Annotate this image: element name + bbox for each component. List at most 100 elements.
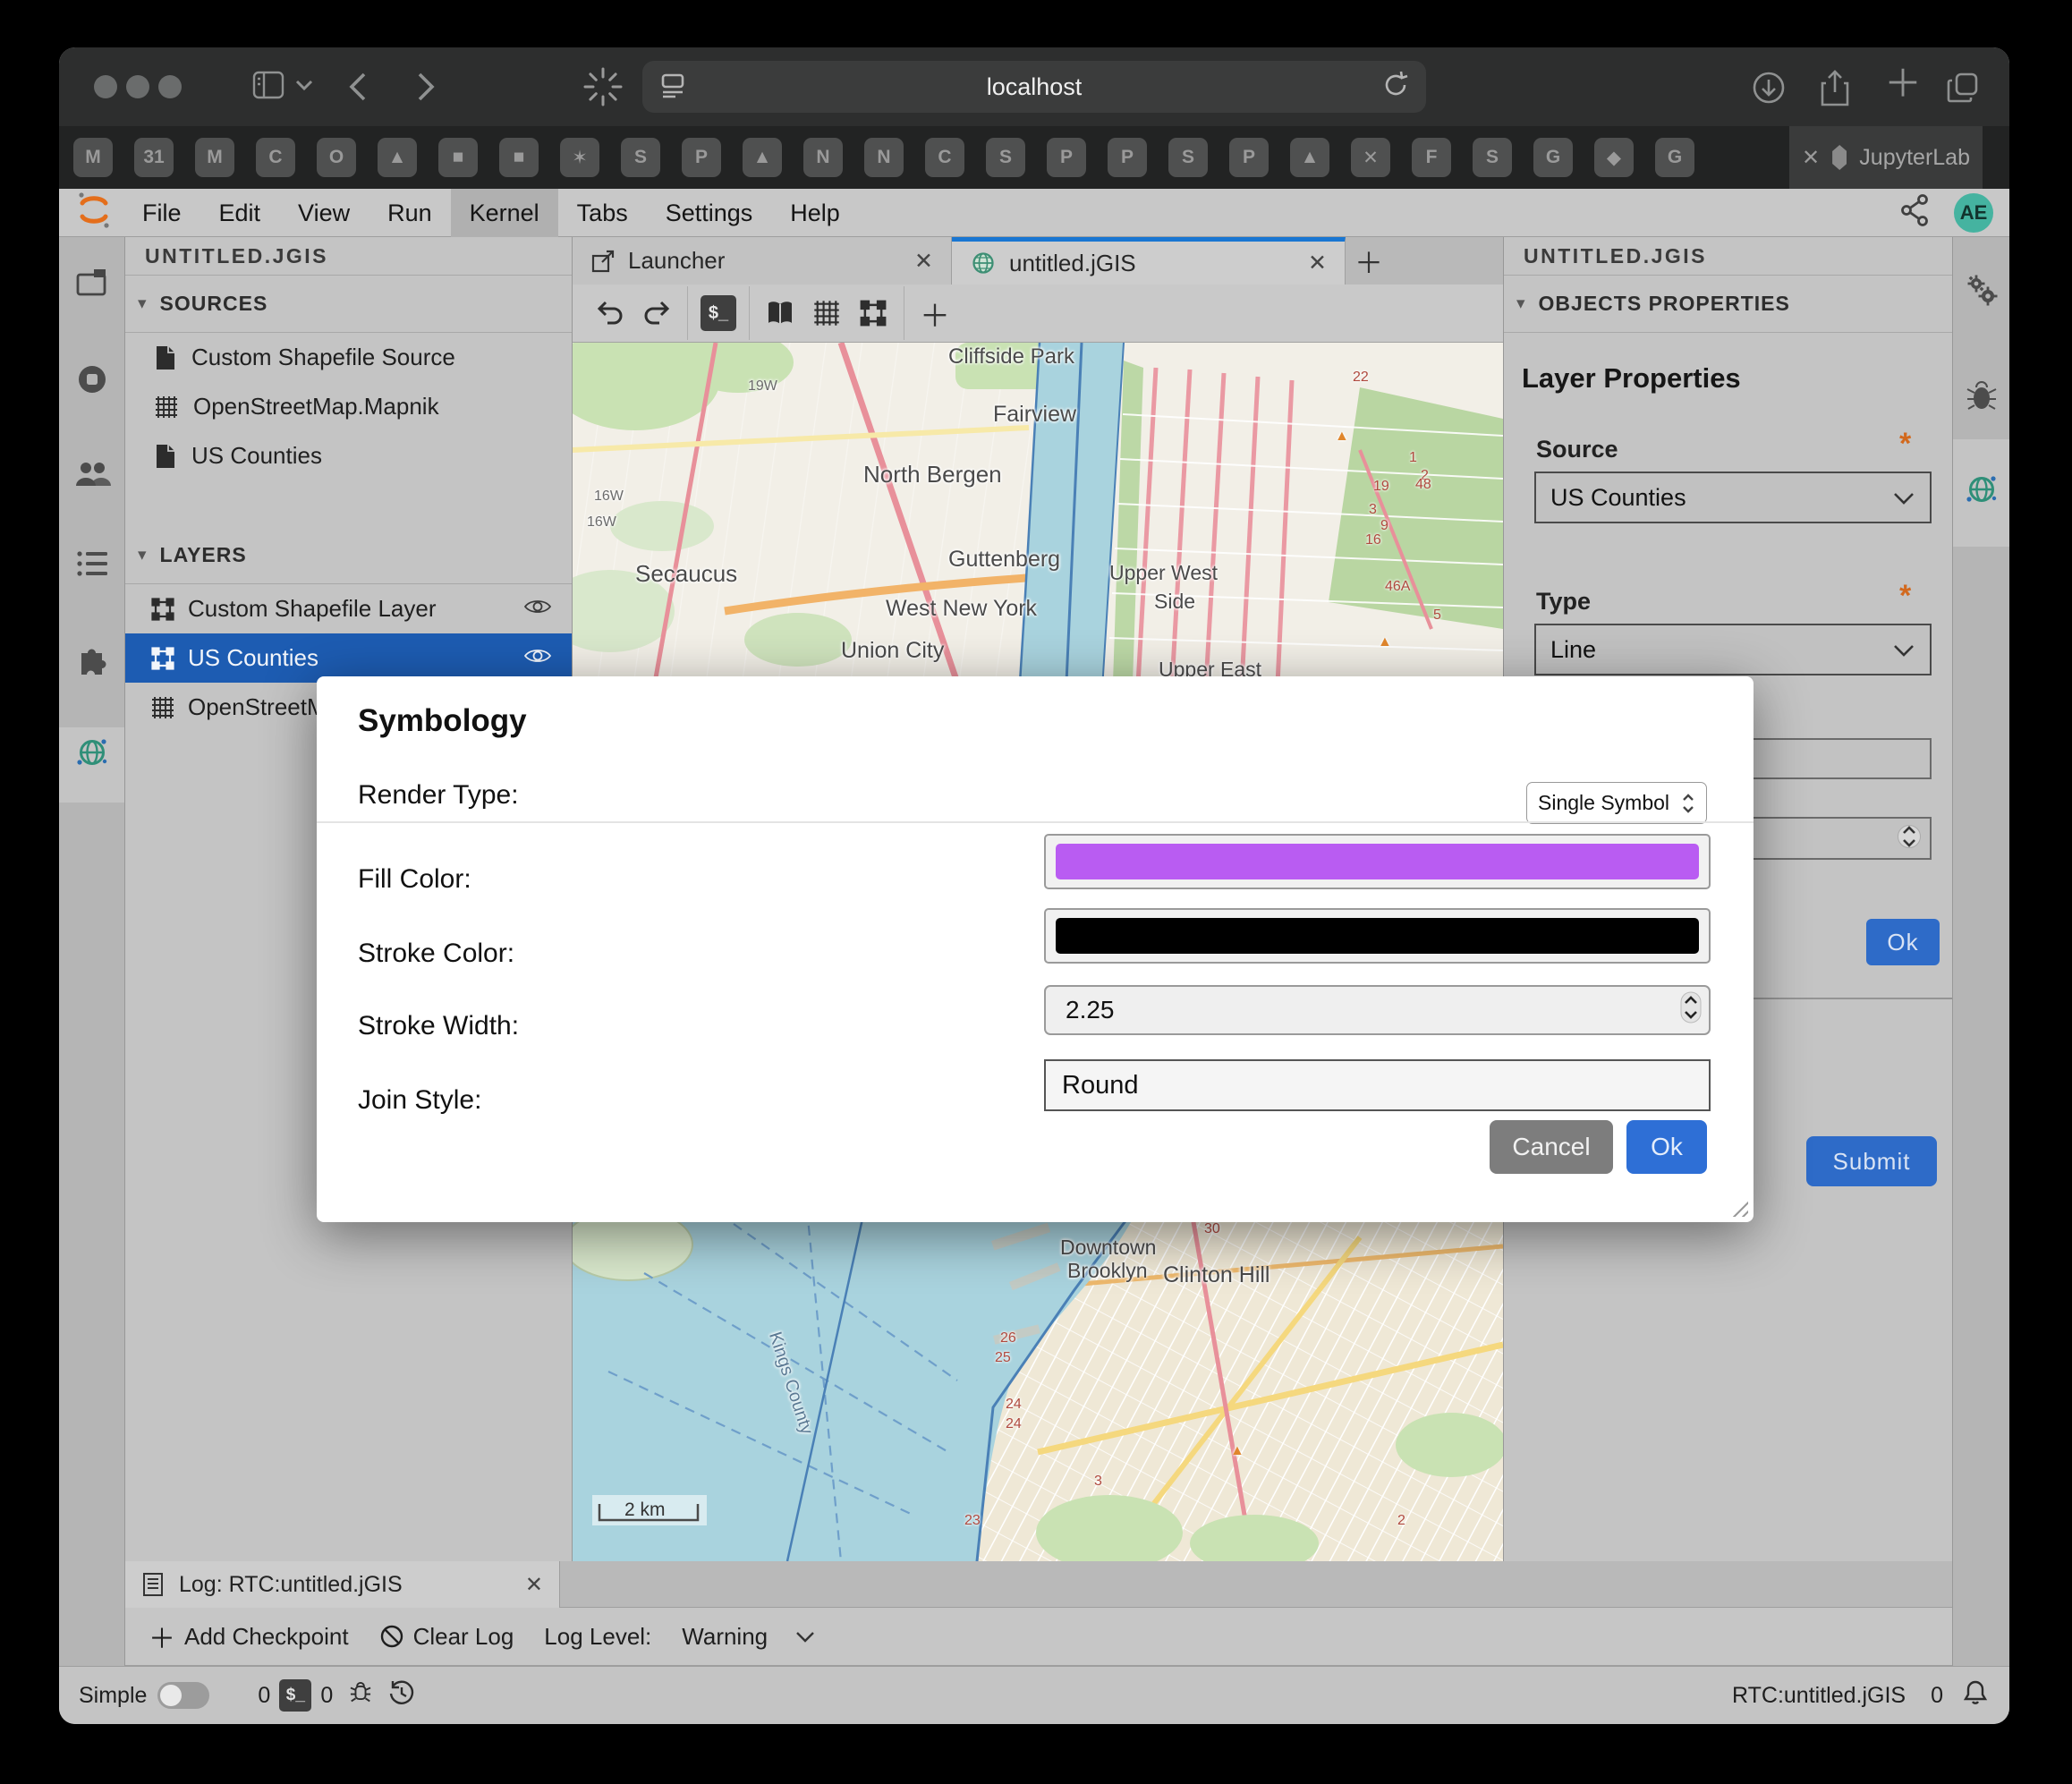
bookmark-icon[interactable]: P [1229,138,1269,177]
debugger-bug-icon[interactable] [1966,378,1998,417]
url-text[interactable]: localhost [687,73,1381,101]
source-item-us-counties[interactable]: US Counties [125,431,572,480]
jgis-globe-icon[interactable] [1964,471,2000,512]
extensions-icon[interactable] [75,641,109,680]
visibility-eye-icon[interactable] [523,595,552,623]
add-checkpoint-button[interactable]: ＋ Add Checkpoint [149,1617,349,1656]
bookmark-icon[interactable]: M [73,138,113,177]
bookmark-icon[interactable]: ▲ [743,138,782,177]
undo-button[interactable] [587,290,633,336]
log-level-select[interactable]: Warning [682,1623,816,1651]
menu-help[interactable]: Help [771,189,859,237]
share-icon[interactable] [1817,69,1853,108]
bookmark-icon[interactable]: ◆ [1594,138,1634,177]
simple-mode-toggle[interactable] [157,1682,209,1709]
add-button[interactable]: ＋ [912,290,958,336]
bell-icon[interactable] [1963,1678,1988,1713]
bookmark-icon[interactable]: C [925,138,964,177]
objects-properties-header[interactable]: ▾ OBJECTS PROPERTIES [1504,276,1952,333]
source-item-custom-shapefile[interactable]: Custom Shapefile Source [125,333,572,382]
menu-tabs[interactable]: Tabs [558,189,647,237]
layers-section-header[interactable]: ▾ LAYERS [125,527,572,584]
bookmark-icon[interactable]: P [1108,138,1147,177]
add-vector-layer-button[interactable] [850,290,896,336]
bookmark-icon[interactable]: G [1655,138,1694,177]
layer-item-us-counties[interactable]: US Counties [125,633,572,683]
bookmark-icon[interactable]: P [1047,138,1086,177]
browser-tab-jupyterlab[interactable]: ✕ JupyterLab [1789,126,1983,189]
bookmark-icon[interactable]: ■ [499,138,539,177]
user-avatar[interactable]: AE [1954,193,1993,233]
bookmark-icon[interactable]: S [986,138,1025,177]
bookmark-icon[interactable]: ▲ [378,138,417,177]
bookmark-icon[interactable]: S [1473,138,1512,177]
menu-view[interactable]: View [279,189,369,237]
bookmark-icon[interactable]: S [1168,138,1208,177]
history-icon[interactable] [388,1679,415,1712]
resize-handle[interactable] [1728,1197,1748,1217]
jgis-globe-icon[interactable] [74,735,110,775]
address-bar[interactable]: localhost [642,61,1426,113]
spinner-icon[interactable] [1898,821,1921,856]
submit-button[interactable]: Submit [1806,1136,1937,1186]
tab-overview-icon[interactable] [1945,69,1983,106]
source-select[interactable]: US Counties [1534,471,1932,523]
stroke-width-input[interactable]: 2.25 [1044,985,1711,1035]
join-style-select[interactable]: Round [1044,1059,1711,1111]
reload-icon[interactable] [1381,70,1410,105]
menu-kernel[interactable]: Kernel [451,189,558,237]
tab-untitled-jgis[interactable]: untitled.jGIS ✕ [952,237,1346,285]
type-select[interactable]: Line [1534,624,1932,675]
bookmark-icon[interactable]: ✕ [1351,138,1390,177]
tab-launcher[interactable]: Launcher ✕ [573,237,952,285]
new-tab-icon[interactable]: ＋ [1884,64,1922,105]
file-browser-icon[interactable] [75,268,109,302]
traffic-light-zoom[interactable] [158,75,182,98]
back-button[interactable] [345,69,370,105]
spinner-icon[interactable] [1680,990,1702,1032]
close-icon[interactable]: ✕ [1802,145,1820,171]
bookmark-icon[interactable]: 31 [134,138,174,177]
running-sessions-icon[interactable] [75,362,109,401]
share-document-icon[interactable] [1898,192,1931,233]
visibility-eye-icon[interactable] [523,644,552,672]
bookmark-icon[interactable]: C [256,138,295,177]
reader-view-icon[interactable] [658,70,687,105]
new-tab-button[interactable]: ＋ [1346,237,1392,285]
basemap-book-button[interactable] [757,290,803,336]
forward-button[interactable] [413,69,438,105]
close-tab-icon[interactable]: ✕ [914,248,933,275]
menu-edit[interactable]: Edit [200,189,280,237]
add-raster-layer-button[interactable] [803,290,850,336]
bookmark-icon[interactable]: N [803,138,843,177]
sources-section-header[interactable]: ▾ SOURCES [125,276,572,333]
collaborators-icon[interactable] [73,457,111,494]
bookmark-icon[interactable]: N [864,138,904,177]
fill-color-picker[interactable] [1044,834,1711,889]
cancel-button[interactable]: Cancel [1490,1120,1613,1174]
bookmark-icon[interactable]: ▲ [1290,138,1329,177]
downloads-icon[interactable] [1750,69,1788,106]
dialog-ok-button[interactable]: Ok [1626,1120,1707,1174]
source-item-openstreetmap[interactable]: OpenStreetMap.Mapnik [125,382,572,431]
layer-item-custom-shapefile[interactable]: Custom Shapefile Layer [125,584,572,633]
traffic-light-close[interactable] [94,75,117,98]
bookmark-icon[interactable]: G [1533,138,1573,177]
table-of-contents-icon[interactable] [75,548,109,583]
bookmark-icon[interactable]: S [621,138,660,177]
bookmark-icon[interactable]: O [317,138,356,177]
menu-settings[interactable]: Settings [647,189,772,237]
bookmark-icon[interactable]: ■ [438,138,478,177]
bookmark-icon[interactable]: P [682,138,721,177]
chevron-down-icon[interactable] [293,78,315,92]
sidebar-toggle-icon[interactable] [251,69,286,101]
clear-log-button[interactable]: Clear Log [379,1623,514,1651]
property-inspector-gears-icon[interactable] [1964,273,2000,313]
terminal-icon[interactable]: $_ [279,1679,311,1712]
render-type-select[interactable]: Single Symbol [1526,782,1707,824]
redo-button[interactable] [633,290,680,336]
traffic-light-minimize[interactable] [126,75,149,98]
status-bug-icon[interactable] [347,1679,374,1712]
bookmark-icon[interactable]: M [195,138,234,177]
menu-file[interactable]: File [123,189,200,237]
